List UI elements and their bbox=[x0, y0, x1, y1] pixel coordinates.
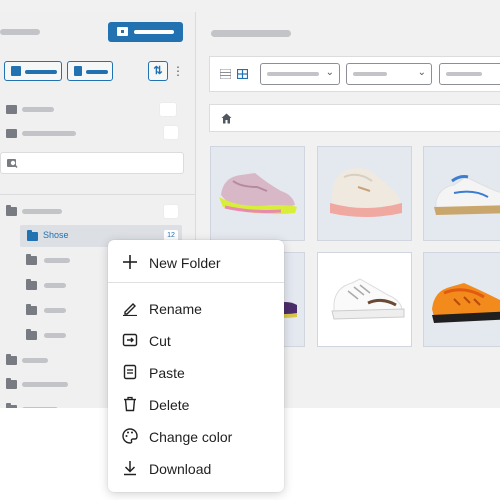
media-thumbnail[interactable] bbox=[317, 146, 412, 241]
chevron-down-icon: ⌄ bbox=[325, 67, 334, 78]
folder-icon bbox=[26, 279, 37, 290]
folder-label bbox=[22, 209, 62, 214]
sneaker-white-brown bbox=[331, 278, 405, 320]
context-menu-label: Paste bbox=[149, 365, 185, 381]
trash-icon bbox=[74, 66, 82, 76]
folder-label bbox=[22, 382, 68, 387]
sneaker-orange-black bbox=[432, 283, 500, 323]
filter-value bbox=[446, 72, 482, 76]
all-files-icon bbox=[6, 105, 17, 114]
folder-icon bbox=[26, 254, 37, 265]
new-folder-button[interactable] bbox=[108, 22, 183, 42]
folder-icon bbox=[6, 378, 17, 389]
grid-view-icon[interactable] bbox=[237, 69, 248, 79]
folder-label bbox=[22, 407, 58, 408]
context-menu-change-color[interactable]: Change color bbox=[108, 422, 284, 450]
context-menu-delete[interactable]: Delete bbox=[108, 390, 284, 418]
delete-tool-label bbox=[86, 70, 108, 74]
folder-label bbox=[44, 283, 66, 288]
folder-icon bbox=[26, 304, 37, 315]
context-menu-label: Download bbox=[149, 461, 212, 477]
folder-icon bbox=[27, 230, 38, 241]
cut-icon bbox=[122, 333, 138, 347]
context-menu-label: Rename bbox=[149, 301, 202, 317]
chevron-down-icon: ⌄ bbox=[417, 67, 426, 78]
context-menu-label: Change color bbox=[149, 429, 233, 445]
folder-label bbox=[44, 258, 70, 263]
media-thumbnail[interactable] bbox=[423, 252, 500, 347]
palette-icon bbox=[122, 428, 138, 444]
media-thumbnail[interactable] bbox=[210, 146, 305, 241]
pencil-icon bbox=[123, 303, 137, 316]
search-folder-icon bbox=[7, 159, 18, 168]
folder-icon bbox=[26, 329, 37, 340]
uncategorized-icon bbox=[6, 129, 17, 138]
folder-icon bbox=[6, 354, 17, 365]
download-icon bbox=[124, 461, 136, 476]
context-menu-paste[interactable]: Paste bbox=[108, 358, 284, 386]
all-files-label[interactable] bbox=[22, 107, 54, 112]
media-thumbnail[interactable] bbox=[423, 146, 500, 241]
delete-tool-button[interactable] bbox=[67, 61, 113, 81]
folder-search-input[interactable] bbox=[0, 152, 184, 174]
more-options-icon[interactable]: ⋮ bbox=[172, 64, 184, 78]
sneaker-cream-pink bbox=[330, 168, 402, 217]
sneaker-white-blue bbox=[434, 175, 500, 215]
sort-icon: ⇅ bbox=[153, 65, 163, 77]
media-toolbar: ⌄ ⌄ bbox=[209, 56, 500, 92]
plus-icon bbox=[123, 255, 137, 269]
folder-count bbox=[163, 204, 179, 219]
date-filter[interactable]: ⌄ bbox=[346, 63, 432, 85]
sidebar-divider bbox=[0, 194, 196, 195]
filter-value bbox=[353, 72, 387, 76]
media-type-filter[interactable]: ⌄ bbox=[260, 63, 340, 85]
context-menu-download[interactable]: Download bbox=[108, 454, 284, 482]
sidebar-title bbox=[0, 29, 40, 35]
trash-icon bbox=[124, 396, 136, 412]
new-folder-icon bbox=[117, 27, 128, 36]
context-menu-new-folder[interactable]: New Folder bbox=[108, 248, 284, 276]
context-menu-label: New Folder bbox=[149, 255, 221, 271]
sneaker-lime-pink bbox=[219, 173, 297, 215]
uncategorized-count bbox=[163, 125, 179, 140]
filter-value bbox=[267, 72, 319, 76]
context-menu-rename[interactable]: Rename bbox=[108, 294, 284, 322]
uncategorized-label[interactable] bbox=[22, 131, 76, 136]
paste-icon bbox=[123, 364, 137, 380]
context-menu-divider bbox=[108, 282, 284, 283]
page-title bbox=[211, 30, 291, 37]
sort-button[interactable]: ⇅ bbox=[148, 61, 168, 81]
folder-tree-root[interactable] bbox=[0, 200, 196, 222]
list-view-icon[interactable] bbox=[220, 69, 231, 79]
context-menu-label: Delete bbox=[149, 397, 190, 413]
edit-icon bbox=[11, 66, 21, 76]
rename-tool-button[interactable] bbox=[4, 61, 62, 81]
folder-label bbox=[44, 333, 66, 338]
folder-icon bbox=[6, 403, 17, 408]
context-menu-label: Cut bbox=[149, 333, 171, 349]
sort-filter[interactable] bbox=[439, 63, 500, 85]
media-thumbnail[interactable] bbox=[317, 252, 412, 347]
breadcrumb bbox=[209, 104, 500, 132]
folder-label bbox=[44, 308, 66, 313]
folder-context-menu: New Folder Rename Cut Paste Delete Chang… bbox=[108, 240, 284, 492]
home-icon[interactable] bbox=[221, 113, 232, 124]
new-folder-button-label bbox=[134, 30, 174, 34]
context-menu-cut[interactable]: Cut bbox=[108, 326, 284, 354]
rename-tool-label bbox=[25, 70, 57, 74]
all-files-count bbox=[159, 102, 177, 117]
folder-label bbox=[22, 358, 48, 363]
folder-open-icon bbox=[6, 205, 17, 216]
folder-name: Shose bbox=[43, 230, 69, 240]
